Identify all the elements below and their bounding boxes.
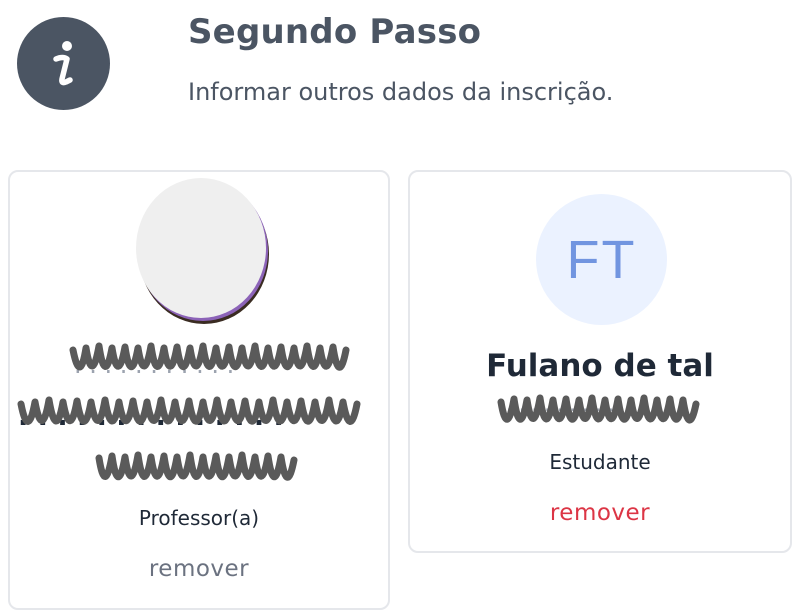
info-step-icon — [17, 17, 110, 110]
redaction-scribble-4 — [497, 394, 700, 424]
participant-role: Estudante — [549, 450, 651, 474]
redaction-scribble-1 — [69, 342, 350, 371]
participant-card-teacher: · · · · · · · · · · · · · · · · · · · · … — [8, 170, 390, 610]
redaction-scribble-3 — [95, 451, 298, 481]
info-icon — [52, 40, 73, 85]
remove-button[interactable]: remover — [410, 500, 790, 526]
step-subtitle: Informar outros dados da inscrição. — [188, 78, 614, 106]
step-title: Segundo Passo — [188, 12, 482, 52]
redaction-scribble-2 — [17, 396, 361, 425]
remove-button[interactable]: remover — [10, 556, 388, 582]
participant-card-student: FT Fulano de tal · · · · · · · · · Estud… — [408, 170, 792, 553]
participant-name: Fulano de tal — [486, 348, 714, 384]
avatar-initials: FT — [536, 194, 667, 325]
participant-role: Professor(a) — [138, 506, 260, 530]
avatar-photo — [136, 178, 266, 318]
